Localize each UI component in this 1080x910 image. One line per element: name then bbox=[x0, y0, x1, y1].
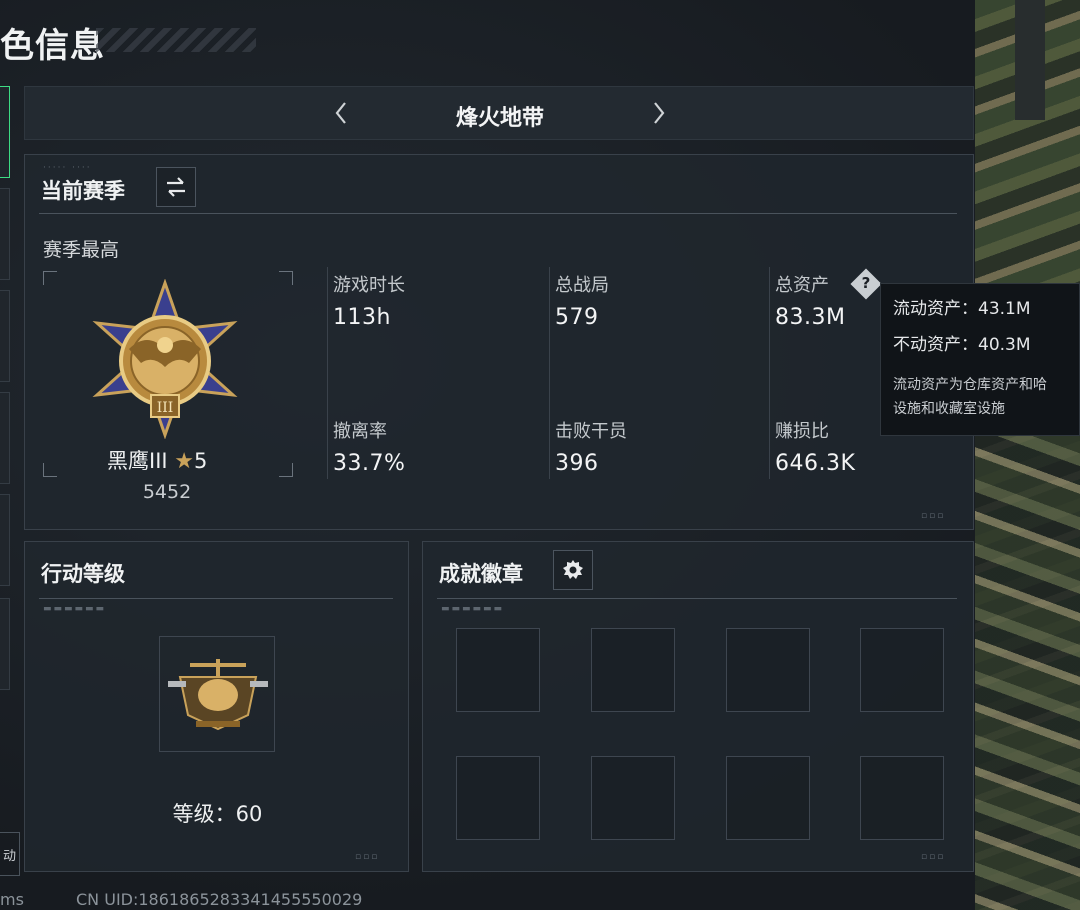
sidebar-action-label: 动 bbox=[2, 848, 16, 864]
frame-corner bbox=[279, 463, 293, 477]
tooltip-note-line2: 设施和收藏室设施 bbox=[893, 401, 1005, 417]
sidebar-tab[interactable] bbox=[0, 392, 10, 484]
season-panel: ····· ···· 当前赛季 赛季最高 III 黑鹰III ★5 5452 游… bbox=[24, 154, 974, 530]
badge-slot[interactable] bbox=[860, 628, 944, 712]
divider bbox=[39, 213, 957, 214]
badge-slot[interactable] bbox=[591, 628, 675, 712]
character-art bbox=[975, 0, 1080, 910]
stat-divider bbox=[769, 267, 770, 479]
stat-value-playtime: 113h bbox=[333, 305, 391, 330]
tooltip-liquid-assets: 流动资产：43.1M bbox=[893, 299, 1031, 319]
stat-divider bbox=[549, 267, 550, 479]
sidebar-tab[interactable] bbox=[0, 494, 10, 586]
assets-tooltip: 流动资产：43.1M 不动资产：40.3M 流动资产为仓库资产和哈 设施和收藏室… bbox=[880, 283, 1080, 436]
stat-label-kills: 击败干员 bbox=[555, 421, 627, 442]
season-best-label: 赛季最高 bbox=[43, 239, 120, 261]
divider bbox=[437, 598, 957, 599]
stat-label-profit-ratio: 赚损比 bbox=[775, 421, 829, 442]
panel-decoration: ▫▫▫ bbox=[921, 852, 946, 862]
panel-decoration: ····· ···· bbox=[43, 163, 92, 173]
sidebar-action-button[interactable]: 动 bbox=[0, 832, 20, 876]
badge-slot[interactable] bbox=[860, 756, 944, 840]
stat-value-extract-rate: 33.7% bbox=[333, 451, 406, 476]
svg-text:III: III bbox=[157, 400, 174, 416]
rank-medal: III bbox=[85, 278, 245, 440]
latency-unit: ms bbox=[0, 890, 24, 909]
mode-selector: 烽火地带 bbox=[24, 86, 974, 140]
badge-slot[interactable] bbox=[726, 628, 810, 712]
rank-stars: 5 bbox=[194, 449, 208, 473]
help-icon[interactable]: ? bbox=[850, 268, 882, 300]
action-level-text: 等级：60 bbox=[172, 802, 263, 826]
stat-value-matches: 579 bbox=[555, 305, 599, 330]
action-level-emblem bbox=[159, 636, 275, 752]
mode-title: 烽火地带 bbox=[455, 106, 544, 131]
swap-arrows-icon bbox=[167, 177, 185, 197]
player-uid: CN UID:1861865283341455550029 bbox=[76, 890, 363, 909]
stat-label-extract-rate: 撤离率 bbox=[333, 421, 387, 442]
badge-settings-button[interactable] bbox=[553, 550, 593, 590]
season-switch-button[interactable] bbox=[156, 167, 196, 207]
page-title: 色信息 bbox=[0, 26, 105, 66]
panel-decoration: ▫▫▫ bbox=[355, 852, 380, 862]
rank-name: 黑鹰III bbox=[107, 449, 168, 473]
sidebar-tab[interactable] bbox=[0, 290, 10, 382]
action-level-title: 行动等级 bbox=[41, 562, 125, 586]
achievement-panel: 成就徽章 ▬▬▬▬▬▬ ▫▫▫ bbox=[422, 541, 974, 872]
help-label: ? bbox=[861, 274, 871, 292]
gear-icon bbox=[563, 560, 583, 579]
sidebar-tab[interactable] bbox=[0, 598, 10, 690]
sidebar-tab-active[interactable] bbox=[0, 86, 10, 178]
stat-label-matches: 总战局 bbox=[555, 275, 609, 296]
badge-slot[interactable] bbox=[456, 756, 540, 840]
achievement-title: 成就徽章 bbox=[439, 562, 523, 586]
title-decoration bbox=[96, 28, 256, 52]
badge-slot[interactable] bbox=[456, 628, 540, 712]
star-icon: ★ bbox=[174, 449, 195, 474]
panel-decoration: ▬▬▬▬▬▬ bbox=[43, 604, 107, 614]
stat-divider bbox=[327, 267, 328, 479]
panel-decoration: ▫▫▫ bbox=[921, 511, 946, 521]
tooltip-note-line1: 流动资产为仓库资产和哈 bbox=[893, 377, 1047, 393]
badge-slot[interactable] bbox=[591, 756, 675, 840]
frame-corner bbox=[43, 271, 57, 285]
chevron-right-icon[interactable] bbox=[651, 99, 667, 133]
stat-value-profit-ratio: 646.3K bbox=[775, 451, 856, 476]
season-panel-title: 当前赛季 bbox=[41, 179, 125, 203]
action-level-panel: 行动等级 ▬▬▬▬▬▬ 等级：60 ▫▫▫ bbox=[24, 541, 409, 872]
stat-value-assets: 83.3M bbox=[775, 305, 846, 330]
tooltip-fixed-assets: 不动资产：40.3M bbox=[893, 335, 1031, 355]
frame-corner bbox=[43, 463, 57, 477]
divider bbox=[39, 598, 393, 599]
rank-info: 黑鹰III ★5 bbox=[107, 445, 207, 475]
stat-label-assets: 总资产 bbox=[775, 275, 829, 296]
rank-points: 5452 bbox=[142, 481, 192, 503]
stat-label-playtime: 游戏时长 bbox=[333, 275, 405, 296]
frame-corner bbox=[279, 271, 293, 285]
stat-value-kills: 396 bbox=[555, 451, 599, 476]
panel-decoration: ▬▬▬▬▬▬ bbox=[441, 604, 505, 614]
badge-slot[interactable] bbox=[726, 756, 810, 840]
sidebar-tab[interactable] bbox=[0, 188, 10, 280]
